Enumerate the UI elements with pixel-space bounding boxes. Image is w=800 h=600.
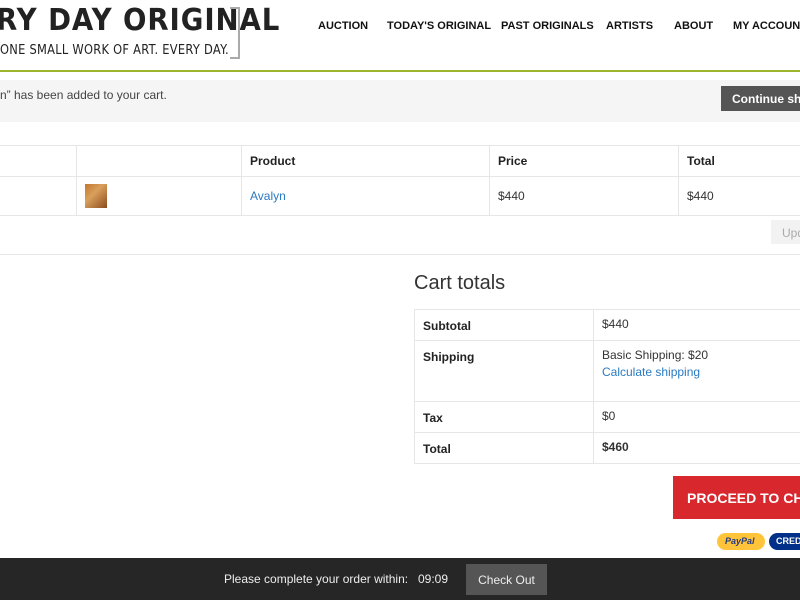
total-label: Total xyxy=(414,432,594,464)
col-price: Price xyxy=(489,145,679,177)
subtotal-label: Subtotal xyxy=(414,309,594,341)
update-cart-button[interactable]: Upd xyxy=(771,220,800,244)
tax-label: Tax xyxy=(414,401,594,433)
nav-past-originals[interactable]: PAST ORIGINALS xyxy=(501,20,594,32)
product-thumbnail[interactable] xyxy=(85,184,107,208)
notice-text: n” has been added to your cart. xyxy=(0,88,167,102)
thumbnail-cell xyxy=(76,176,242,216)
calculate-shipping-link[interactable]: Calculate shipping xyxy=(602,365,800,379)
countdown-timer: 09:09 xyxy=(418,572,449,586)
nav-auction[interactable]: AUCTION xyxy=(318,20,368,32)
cart-table: Product Price Total Avalyn $440 $440 xyxy=(0,145,800,216)
continue-shopping-button[interactable]: Continue sho xyxy=(721,86,800,111)
col-thumbnail xyxy=(76,145,242,177)
checkout-timer-bar: Please complete your order within: 09:09… xyxy=(0,558,800,600)
logo-bracket-icon xyxy=(230,7,240,59)
check-out-button[interactable]: Check Out xyxy=(466,564,547,595)
price-cell: $440 xyxy=(489,176,679,216)
paypal-credit-button[interactable]: CRED xyxy=(769,533,800,550)
divider xyxy=(0,254,800,255)
col-product: Product xyxy=(241,145,490,177)
shipping-value: Basic Shipping: $20 xyxy=(602,348,709,362)
col-total: Total xyxy=(678,145,800,177)
nav-about[interactable]: ABOUT xyxy=(674,20,713,32)
cart-notice: n” has been added to your cart. xyxy=(0,80,800,122)
nav-my-account[interactable]: MY ACCOUNT xyxy=(733,20,800,32)
subtotal-value: $440 xyxy=(593,309,800,341)
remove-cell xyxy=(0,176,77,216)
total-value: $460 xyxy=(593,432,800,464)
product-link[interactable]: Avalyn xyxy=(250,189,286,203)
cart-totals-title: Cart totals xyxy=(414,272,506,294)
nav-todays-original[interactable]: TODAY'S ORIGINAL xyxy=(387,20,491,32)
shipping-label: Shipping xyxy=(414,340,594,402)
logo-tagline: ONE SMALL WORK OF ART. EVERY DAY. xyxy=(0,43,229,58)
col-remove xyxy=(0,145,77,177)
table-row: Avalyn $440 $440 xyxy=(0,176,800,216)
paypal-button[interactable]: PayPal xyxy=(717,533,765,550)
tax-value: $0 xyxy=(593,401,800,433)
timer-message: Please complete your order within: xyxy=(224,572,409,586)
cart-totals-table: Subtotal $440 Shipping Basic Shipping: $20… xyxy=(414,309,800,464)
nav-artists[interactable]: ARTISTS xyxy=(606,20,653,32)
proceed-to-checkout-button[interactable]: PROCEED TO CHE xyxy=(673,476,800,519)
total-cell: $440 xyxy=(678,176,800,216)
site-header: RY DAY ORIGINAL ONE SMALL WORK OF ART. E… xyxy=(0,0,800,72)
